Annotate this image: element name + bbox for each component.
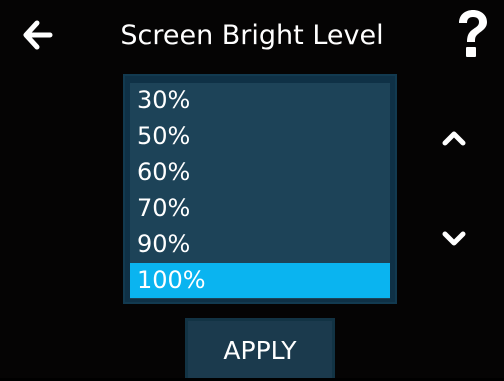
chevron-down-icon [442,231,466,246]
back-button[interactable] [20,18,54,52]
arrow-left-icon [23,20,53,50]
header-bar: Screen Bright Level [0,0,504,72]
list-item-70[interactable]: 70% [130,191,390,226]
list-item-90[interactable]: 90% [130,227,390,262]
scroll-down-button[interactable] [434,224,474,254]
list-item-100-selected[interactable]: 100% [130,263,390,298]
list-item-60[interactable]: 60% [130,155,390,190]
chevron-up-icon [442,131,466,146]
page-title: Screen Bright Level [120,20,384,51]
brightness-screen: Screen Bright Level 30% 50% 60% 70% 90% … [0,0,504,378]
brightness-list: 30% 50% 60% 70% 90% 100% [130,83,390,299]
help-button[interactable] [452,8,492,60]
list-item-30[interactable]: 30% [130,83,390,118]
list-item-50[interactable]: 50% [130,119,390,154]
scroll-up-button[interactable] [434,123,474,153]
brightness-listbox[interactable]: 30% 50% 60% 70% 90% 100% [123,74,397,304]
apply-button[interactable]: APPLY [185,318,335,378]
question-mark-icon [459,10,487,57]
